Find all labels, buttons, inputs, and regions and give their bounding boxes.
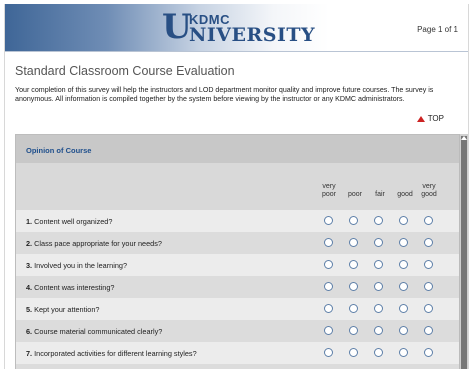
radio-poor[interactable]: [349, 282, 358, 291]
question-label: 2. Class pace appropriate for your needs…: [26, 239, 162, 248]
radio-fair[interactable]: [374, 260, 383, 269]
radio-poor[interactable]: [349, 304, 358, 313]
radio-poor[interactable]: [349, 348, 358, 357]
question-label: 1. Content well organized?: [26, 217, 112, 226]
radio-fair[interactable]: [374, 326, 383, 335]
radio-good[interactable]: [399, 326, 408, 335]
radio-good[interactable]: [399, 216, 408, 225]
radio-good[interactable]: [399, 348, 408, 357]
radio-very-good[interactable]: [424, 348, 433, 357]
kdmc-university-logo: U KDMC NIVERSITY: [162, 7, 315, 48]
question-row: 8. Met your learning needs?: [16, 364, 460, 369]
question-row: 1. Content well organized?: [16, 210, 460, 232]
question-number: 2.: [26, 239, 33, 248]
radio-very-poor[interactable]: [324, 282, 333, 291]
radio-good[interactable]: [399, 304, 408, 313]
question-row: 7. Incorporated activities for different…: [16, 342, 460, 364]
radio-fair[interactable]: [374, 282, 383, 291]
radio-poor[interactable]: [349, 238, 358, 247]
question-row: 5. Kept your attention?: [16, 298, 460, 320]
page-indicator: Page 1 of 1: [417, 25, 458, 34]
question-number: 1.: [26, 217, 33, 226]
logo-niversity-text: NIVERSITY: [189, 24, 316, 46]
scrollbar[interactable]: [459, 134, 468, 369]
column-poor: poor: [347, 191, 362, 198]
page-title: Standard Classroom Course Evaluation: [15, 64, 235, 78]
radio-poor[interactable]: [349, 216, 358, 225]
survey-page: U KDMC NIVERSITY Page 1 of 1 Standard Cl…: [4, 4, 469, 369]
radio-very-poor[interactable]: [324, 348, 333, 357]
radio-fair[interactable]: [374, 304, 383, 313]
question-number: 4.: [26, 283, 33, 292]
column-fair: fair: [375, 191, 385, 198]
radio-very-poor[interactable]: [324, 238, 333, 247]
opinion-section: Opinion of Course very poor poor fair go…: [15, 134, 461, 369]
question-number: 5.: [26, 305, 33, 314]
question-row: 6. Course material communicated clearly?: [16, 320, 460, 342]
radio-very-good[interactable]: [424, 282, 433, 291]
scroll-thumb[interactable]: [461, 136, 467, 369]
question-row: 3. Involved you in the learning?: [16, 254, 460, 276]
question-text: Class pace appropriate for your needs?: [34, 239, 162, 248]
radio-fair[interactable]: [374, 348, 383, 357]
question-number: 3.: [26, 261, 33, 270]
question-label: 6. Course material communicated clearly?: [26, 327, 162, 336]
question-text: Involved you in the learning?: [34, 261, 128, 270]
scroll-up-arrow-icon[interactable]: [461, 136, 467, 140]
question-number: 7.: [26, 349, 33, 358]
radio-very-poor[interactable]: [324, 304, 333, 313]
top-link-label: TOP: [427, 114, 444, 123]
question-text: Incorporated activities for different le…: [34, 349, 197, 358]
column-very-poor: very poor: [321, 183, 336, 198]
question-row: 2. Class pace appropriate for your needs…: [16, 232, 460, 254]
question-label: 3. Involved you in the learning?: [26, 261, 127, 270]
question-text: Content well organized?: [34, 217, 113, 226]
question-label: 7. Incorporated activities for different…: [26, 349, 197, 358]
top-link[interactable]: TOP: [416, 114, 444, 123]
radio-fair[interactable]: [374, 238, 383, 247]
radio-very-poor[interactable]: [324, 216, 333, 225]
section-header: Opinion of Course: [16, 135, 460, 163]
rating-column-headers: very poor poor fair good very good: [16, 163, 460, 210]
radio-poor[interactable]: [349, 260, 358, 269]
question-text: Course material communicated clearly?: [34, 327, 163, 336]
up-arrow-icon: [416, 115, 425, 122]
radio-poor[interactable]: [349, 326, 358, 335]
question-text: Kept your attention?: [34, 305, 100, 314]
survey-intro: Your completion of this survey will help…: [15, 86, 434, 104]
logo-letter-u: U: [162, 7, 192, 47]
radio-very-good[interactable]: [424, 238, 433, 247]
question-text: Content was interesting?: [34, 283, 115, 292]
question-label: 4. Content was interesting?: [26, 283, 114, 292]
radio-good[interactable]: [399, 260, 408, 269]
column-very-good: very good: [421, 183, 437, 198]
radio-very-good[interactable]: [424, 326, 433, 335]
question-row: 4. Content was interesting?: [16, 276, 460, 298]
radio-fair[interactable]: [374, 216, 383, 225]
radio-good[interactable]: [399, 282, 408, 291]
question-number: 6.: [26, 327, 33, 336]
question-label: 5. Kept your attention?: [26, 305, 99, 314]
radio-good[interactable]: [399, 238, 408, 247]
radio-very-poor[interactable]: [324, 326, 333, 335]
radio-very-poor[interactable]: [324, 260, 333, 269]
header-banner: U KDMC NIVERSITY Page 1 of 1: [5, 4, 468, 52]
section-title: Opinion of Course: [26, 146, 92, 155]
column-good: good: [397, 191, 413, 198]
radio-very-good[interactable]: [424, 216, 433, 225]
radio-very-good[interactable]: [424, 304, 433, 313]
radio-very-good[interactable]: [424, 260, 433, 269]
